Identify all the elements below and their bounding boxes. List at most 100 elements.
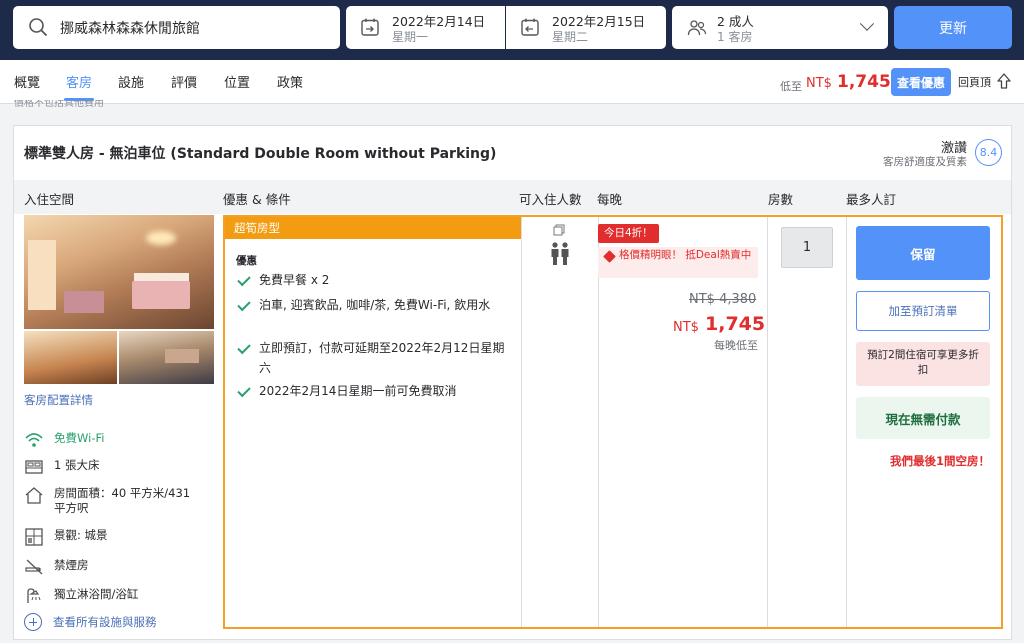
deal-message-text: 格價精明眼！ 抵Deal熱賣中 <box>619 249 752 261</box>
search-icon <box>29 18 48 37</box>
amenity-label: 房間面積：40 平方米/431 平方呎 <box>54 486 191 515</box>
col-offer-conditions: 優惠 & 條件 <box>223 192 291 207</box>
tab-reviews[interactable]: 評價 <box>171 72 197 91</box>
checkout-weekday: 星期二 <box>552 30 589 44</box>
chevron-down-icon <box>859 16 875 31</box>
tab-policies[interactable]: 政策 <box>277 72 303 91</box>
amenity-label: 1 張大床 <box>54 458 100 472</box>
add-to-booking-list-button[interactable]: 加至預訂清單 <box>856 291 990 331</box>
room-table-header: 入住空間 優惠 & 條件 可入住人數 每晚 房數 最多人訂 <box>14 180 1011 214</box>
photo-table-shape <box>64 291 104 313</box>
perk-item: 免費早餐 x 2 <box>236 270 506 290</box>
room-quantity-select[interactable]: 1 <box>781 227 833 268</box>
photo-bed-shape <box>132 281 190 309</box>
window-view-icon <box>25 528 43 546</box>
lowest-price-currency: NT$ <box>806 76 832 91</box>
amenity-label: 獨立淋浴間/浴缸 <box>54 587 139 601</box>
photo-window-shape <box>28 240 56 310</box>
room-photo-thumb-2[interactable] <box>119 331 214 384</box>
checkout-date-field[interactable]: 2022年2月15日 星期二 <box>506 6 666 49</box>
column-divider <box>846 217 847 627</box>
price-currency: NT$ <box>673 320 699 335</box>
reserve-button[interactable]: 保留 <box>856 226 990 280</box>
tab-location[interactable]: 位置 <box>224 72 250 91</box>
amenity-bed: 1 張大床 <box>24 458 99 476</box>
perk-text: 2022年2月14日星期一前可免費取消 <box>259 384 457 398</box>
amenity-wifi: 免費Wi-Fi <box>24 431 104 449</box>
room-card: 標準雙人房 - 無泊車位 (Standard Double Room witho… <box>13 125 1012 640</box>
two-adults-icon <box>551 224 569 265</box>
multi-booking-promo: 預訂2間住宿可享更多折扣 <box>856 342 990 386</box>
guests-selector[interactable]: 2 成人 1 客房 <box>672 6 888 49</box>
tab-overview[interactable]: 概覽 <box>14 72 40 91</box>
house-icon <box>25 487 43 504</box>
column-divider <box>598 217 599 627</box>
check-icon <box>237 340 251 355</box>
deal-message: 格價精明眼！ 抵Deal熱賣中 <box>598 247 758 278</box>
room-layout-link[interactable]: 客房配置詳情 <box>24 392 93 408</box>
per-night-note: 每晚低至 <box>714 339 758 352</box>
people-icon <box>687 20 707 36</box>
amenity-view: 景觀: 城景 <box>24 528 108 546</box>
room-price: 1,745 <box>705 313 766 335</box>
price-note-text: 價格不包括其他費用 <box>14 100 104 109</box>
check-icon <box>237 383 251 398</box>
shower-icon <box>27 588 41 603</box>
rooms-count: 1 客房 <box>717 30 753 44</box>
all-facilities-link[interactable]: 查看所有設施與服務 <box>24 613 157 631</box>
wifi-icon <box>25 433 43 447</box>
amenity-size: 房間面積：40 平方米/431 平方呎 <box>24 486 194 516</box>
check-icon <box>237 297 251 312</box>
super-deal-tag: 超筍房型 <box>225 217 521 239</box>
discount-badge: 今日4折！ <box>598 224 659 243</box>
perks-title: 優惠 <box>236 255 257 267</box>
room-photo-main[interactable] <box>24 215 214 329</box>
check-icon <box>237 272 251 287</box>
plus-circle-icon <box>24 613 42 631</box>
bed-icon <box>25 460 43 474</box>
checkin-weekday: 星期一 <box>392 30 429 44</box>
update-button[interactable]: 更新 <box>894 6 1012 49</box>
last-room-notice: 我們最後1間空房！ <box>889 454 990 468</box>
col-max-booked: 最多人訂 <box>846 192 897 207</box>
perk-item: 立即預訂，付款可延期至2022年2月12日星期六 <box>236 338 506 378</box>
col-per-night: 每晚 <box>597 192 623 207</box>
photo-lamp-shape <box>146 231 176 245</box>
no-payment-now-badge: 現在無需付款 <box>856 397 990 439</box>
room-photo-thumb-1[interactable] <box>24 331 117 384</box>
amenity-shower: 獨立淋浴間/浴缸 <box>24 587 138 605</box>
arrow-up-icon[interactable] <box>996 72 1012 90</box>
tab-rooms[interactable]: 客房 <box>63 72 95 101</box>
photo-bed-shape-2 <box>165 349 199 363</box>
amenity-nonsmoking: 禁煙房 <box>24 558 89 576</box>
hotel-search-text: 挪威森林森森休閒旅館 <box>60 21 200 37</box>
tab-facilities[interactable]: 設施 <box>118 72 144 91</box>
search-header: 挪威森林森森休閒旅館 2022年2月14日 星期一 2022年2月15日 星期二… <box>0 0 1024 60</box>
review-subtitle: 客房舒適度及質素 <box>883 156 967 168</box>
checkin-date-field[interactable]: 2022年2月14日 星期一 <box>346 6 505 49</box>
room-title: 標準雙人房 - 無泊車位 (Standard Double Room witho… <box>24 146 497 162</box>
column-divider <box>521 217 522 627</box>
perk-text: 立即預訂，付款可延期至2022年2月12日星期六 <box>259 341 505 375</box>
perk-text: 泊車, 迎賓飲品, 咖啡/茶, 免費Wi-Fi, 飲用水 <box>259 298 491 312</box>
amenity-label: 景觀: 城景 <box>54 528 108 542</box>
col-occupancy: 可入住人數 <box>519 192 582 207</box>
lowest-price-prefix: 低至 <box>780 80 802 93</box>
all-facilities-label: 查看所有設施與服務 <box>53 615 157 629</box>
view-deal-button[interactable]: 查看優惠 <box>891 68 951 96</box>
hotel-search-field[interactable]: 挪威森林森森休閒旅館 <box>13 6 340 49</box>
back-to-top-link[interactable]: 回頁頂 <box>958 74 991 90</box>
no-smoking-icon <box>25 559 43 575</box>
col-room-space: 入住空間 <box>24 192 75 207</box>
perk-text: 免費早餐 x 2 <box>259 273 330 287</box>
col-rooms: 房數 <box>768 192 794 207</box>
calendar-checkout-icon <box>521 18 539 36</box>
room-offer-row: 超筍房型 優惠 免費早餐 x 2 泊車, 迎賓飲品, 咖啡/茶, 免費Wi-Fi… <box>223 215 1003 629</box>
price-note: 價格不包括其他費用 <box>14 100 104 110</box>
original-price: NT$ 4,380 <box>689 292 757 307</box>
review-score: 8.4 <box>975 139 1002 166</box>
calendar-checkin-icon <box>361 18 379 36</box>
amenity-label: 禁煙房 <box>54 558 89 572</box>
column-divider <box>767 217 768 627</box>
amenity-label: 免費Wi-Fi <box>54 431 105 445</box>
